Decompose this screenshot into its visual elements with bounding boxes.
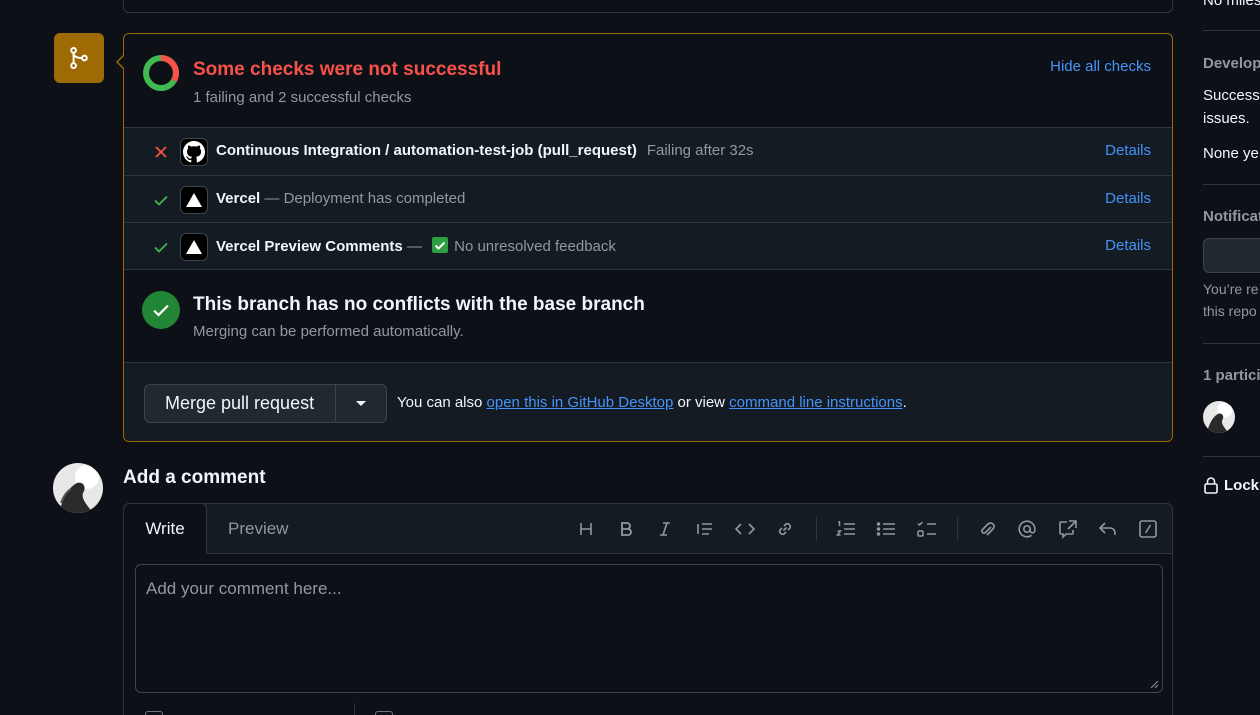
check-name: Continuous Integration / automation-test…	[216, 142, 637, 159]
merge-footer: Merge pull request You can also open thi…	[124, 362, 1172, 441]
editor-toolbar: Write Preview	[123, 503, 1172, 554]
merge-hint: You can also open this in GitHub Desktop…	[397, 394, 907, 411]
attach-icon[interactable]	[977, 519, 997, 539]
checkbox[interactable]	[375, 711, 393, 715]
checkbox[interactable]	[145, 711, 163, 715]
merge-button-group: Merge pull request	[144, 384, 387, 423]
italic-icon[interactable]	[655, 519, 675, 539]
comment-placeholder: Add your comment here...	[146, 579, 342, 598]
reply-icon[interactable]	[1098, 519, 1118, 539]
lock-conversation-button[interactable]: Lock	[1204, 477, 1259, 494]
check-row: Vercel Preview Comments — No unresolved …	[124, 222, 1172, 270]
avatar[interactable]	[53, 463, 103, 513]
checks-summary: 1 failing and 2 successful checks	[193, 89, 412, 106]
check-description: Deployment has completed	[283, 190, 466, 207]
check-name: Vercel Preview Comments	[216, 238, 403, 255]
check-description: Failing after 32s	[646, 142, 754, 159]
link-icon[interactable]	[775, 519, 795, 539]
details-link[interactable]: Details	[1105, 142, 1151, 159]
check-row: Vercel — Deployment has completed Detail…	[124, 175, 1172, 223]
cross-reference-icon[interactable]	[1058, 519, 1078, 539]
tab-write[interactable]: Write	[123, 503, 207, 554]
check-name: Vercel	[216, 190, 261, 207]
heading-icon[interactable]	[576, 519, 596, 539]
check-separator: —	[406, 238, 422, 255]
conflicts-subtitle: Merging can be performed automatically.	[193, 323, 464, 340]
git-merge-icon	[70, 47, 88, 69]
check-separator: —	[264, 190, 280, 207]
merge-pull-request-button[interactable]: Merge pull request	[145, 385, 336, 422]
comment-editor: Write Preview Add your comment here...	[123, 503, 1173, 715]
details-link[interactable]: Details	[1105, 190, 1151, 207]
quote-icon[interactable]	[695, 519, 715, 539]
development-heading[interactable]: Develop	[1203, 55, 1260, 72]
unordered-list-icon[interactable]	[876, 519, 896, 539]
hide-all-checks-link[interactable]: Hide all checks	[1050, 58, 1151, 75]
resize-handle-icon[interactable]	[1150, 680, 1159, 689]
participants-heading: 1 particip	[1203, 367, 1260, 384]
checks-title: Some checks were not successful	[193, 59, 502, 80]
code-icon[interactable]	[735, 519, 755, 539]
vercel-icon	[180, 186, 208, 214]
details-link[interactable]: Details	[1105, 237, 1151, 254]
open-github-desktop-link[interactable]: open this in GitHub Desktop	[487, 394, 674, 411]
development-text: Successf	[1203, 87, 1260, 104]
add-comment-heading: Add a comment	[123, 467, 266, 488]
notifications-text: this repo	[1203, 303, 1257, 319]
checks-donut-chart	[143, 55, 179, 91]
check-description: No unresolved feedback	[454, 238, 616, 255]
milestone-text: No miles	[1203, 0, 1260, 9]
github-icon	[180, 138, 208, 166]
participant-avatar[interactable]	[1203, 401, 1235, 433]
x-icon	[155, 146, 167, 158]
check-icon	[154, 195, 168, 206]
check-icon	[154, 242, 168, 253]
merge-status-badge	[54, 33, 104, 83]
merge-method-dropdown[interactable]	[336, 385, 386, 422]
checkmark-box-icon	[432, 237, 449, 253]
development-text: issues.	[1203, 110, 1250, 127]
task-list-icon[interactable]	[917, 519, 937, 539]
bold-icon[interactable]	[616, 519, 636, 539]
checks-header: Some checks were not successful 1 failin…	[124, 34, 1172, 127]
lock-label: Lock	[1224, 477, 1260, 494]
development-none: None ye	[1203, 145, 1259, 162]
conflicts-section: This branch has no conflicts with the ba…	[124, 269, 1172, 363]
merge-box: Some checks were not successful 1 failin…	[116, 33, 1173, 442]
conflicts-title: This branch has no conflicts with the ba…	[193, 294, 645, 315]
lock-icon	[1204, 477, 1218, 494]
check-circle-icon	[142, 291, 180, 329]
command-line-instructions-link[interactable]: command line instructions	[729, 394, 902, 411]
mention-icon[interactable]	[1017, 519, 1037, 539]
check-row: Continuous Integration / automation-test…	[124, 127, 1172, 175]
comment-textarea[interactable]: Add your comment here...	[135, 564, 1163, 693]
ordered-list-icon[interactable]	[836, 519, 856, 539]
slash-commands-icon[interactable]	[1138, 519, 1158, 539]
vercel-icon	[180, 233, 208, 261]
triangle-down-icon	[356, 400, 366, 406]
notifications-heading: Notificat	[1203, 208, 1260, 225]
notifications-text: You’re re	[1203, 281, 1259, 297]
tab-preview[interactable]: Preview	[228, 519, 288, 539]
previous-timeline-box	[123, 0, 1173, 13]
subscribe-button[interactable]	[1203, 238, 1260, 273]
